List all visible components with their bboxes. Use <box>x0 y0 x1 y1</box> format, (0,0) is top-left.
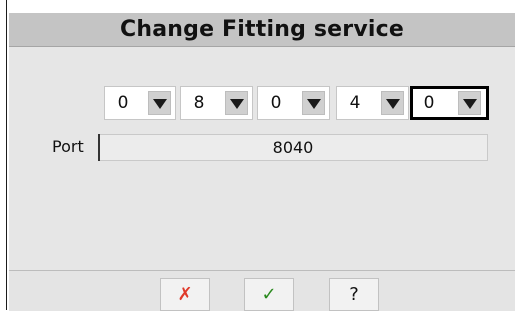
port-digit-3-value: 0 <box>270 93 282 113</box>
port-digit-3-dropdown[interactable]: 0 <box>257 86 330 120</box>
port-digit-1-value: 0 <box>117 93 129 113</box>
port-digit-3-dropdown-button[interactable] <box>302 91 325 115</box>
port-digit-5-value: 0 <box>423 93 435 113</box>
help-icon: ? <box>349 284 359 305</box>
port-digit-1-dropdown-button[interactable] <box>148 91 171 115</box>
port-value: 8040 <box>272 138 314 157</box>
chevron-down-icon <box>153 99 167 109</box>
dialog-title: Change Fitting service <box>120 17 404 42</box>
chevron-down-icon <box>463 99 477 109</box>
port-label: Port <box>52 137 84 156</box>
port-value-field: 8040 <box>98 134 488 161</box>
port-digit-1-dropdown[interactable]: 0 <box>104 86 176 120</box>
chevron-down-icon <box>230 99 244 109</box>
port-digit-4-dropdown[interactable]: 4 <box>336 86 409 120</box>
change-fitting-service-dialog: Change Fitting service 0 8 0 4 0 Port 80… <box>9 13 515 311</box>
port-field-edge <box>98 134 100 161</box>
help-button[interactable]: ? <box>329 278 379 311</box>
window-edge-line <box>6 0 7 310</box>
dialog-button-bar: ✗ ✓ ? <box>9 270 515 311</box>
chevron-down-icon <box>307 99 321 109</box>
port-digit-4-dropdown-button[interactable] <box>381 91 404 115</box>
port-digit-2-dropdown-button[interactable] <box>225 91 248 115</box>
cancel-x-icon: ✗ <box>177 284 193 305</box>
ok-button[interactable]: ✓ <box>244 278 294 311</box>
port-digit-2-value: 8 <box>193 93 205 113</box>
port-digit-2-dropdown[interactable]: 8 <box>180 86 253 120</box>
port-digit-5-dropdown[interactable]: 0 <box>410 86 489 120</box>
port-digit-5-dropdown-button[interactable] <box>458 91 481 115</box>
chevron-down-icon <box>386 99 400 109</box>
dialog-titlebar: Change Fitting service <box>9 13 515 47</box>
cancel-button[interactable]: ✗ <box>160 278 210 311</box>
port-digit-4-value: 4 <box>349 93 361 113</box>
checkmark-icon: ✓ <box>261 284 277 305</box>
